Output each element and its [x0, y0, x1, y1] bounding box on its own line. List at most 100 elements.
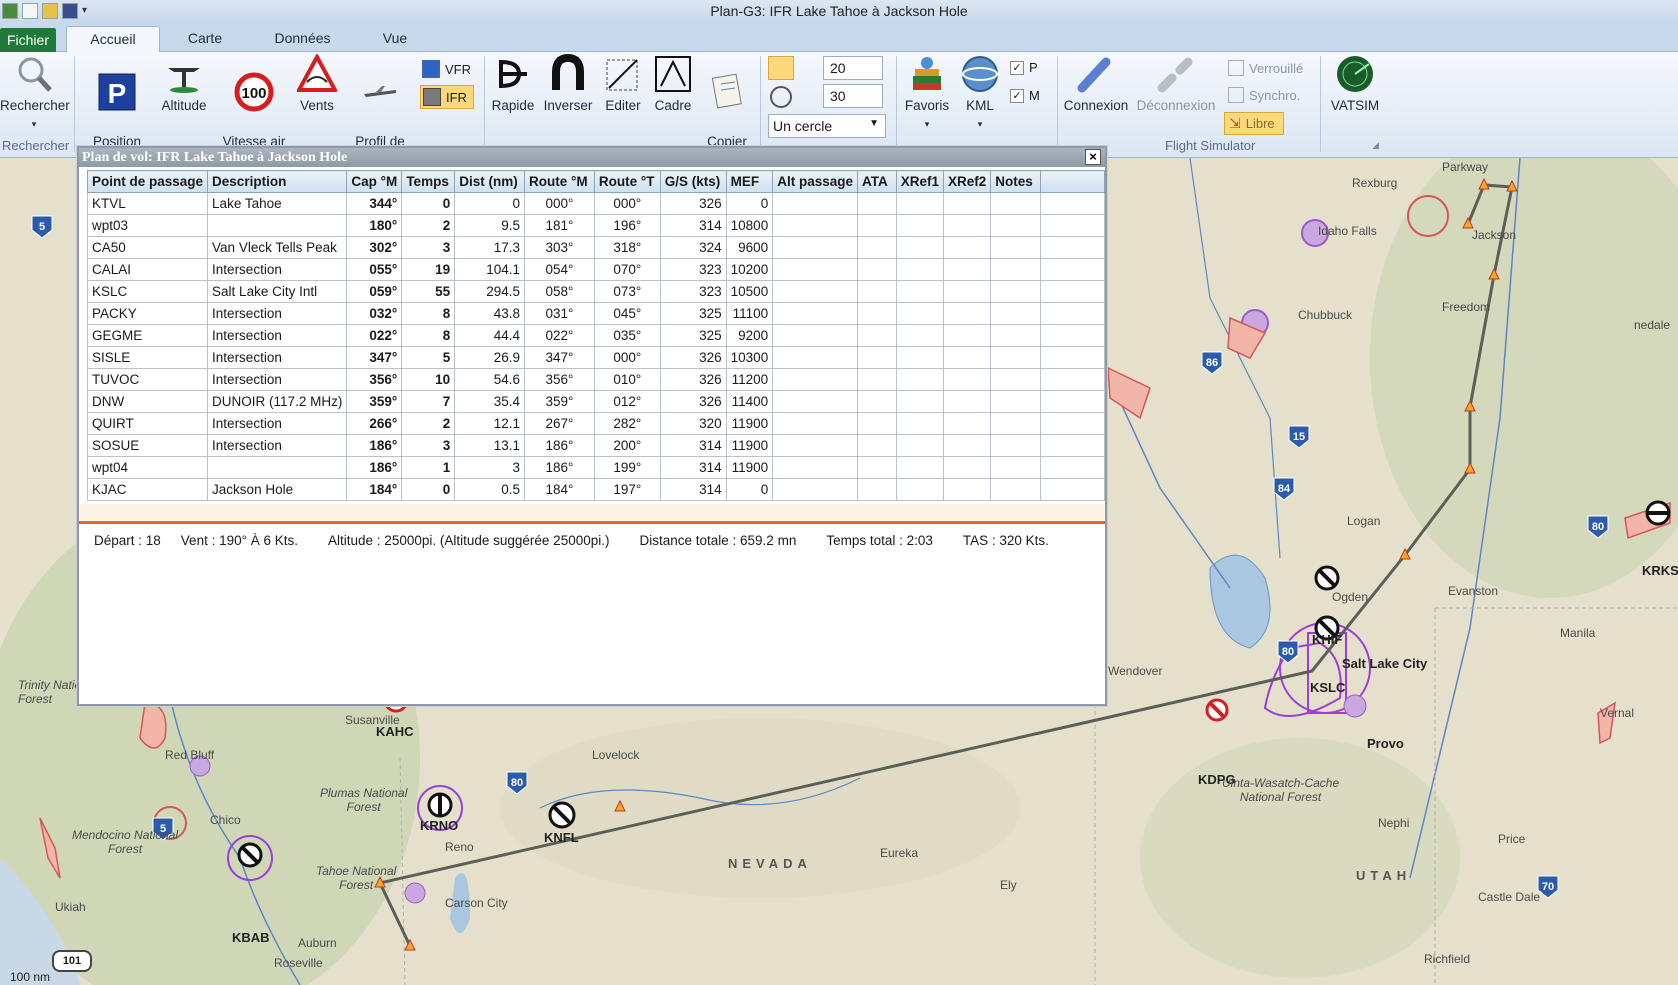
- table-cell-empty[interactable]: [856, 258, 897, 281]
- table-cell[interactable]: 359°: [346, 390, 403, 413]
- deconnexion-button[interactable]: Déconnexion: [1136, 54, 1216, 115]
- table-cell-empty[interactable]: [772, 346, 858, 369]
- table-cell[interactable]: 5: [401, 346, 456, 369]
- table-cell[interactable]: 197°: [593, 478, 661, 501]
- table-cell[interactable]: 199°: [593, 456, 661, 479]
- table-cell-empty[interactable]: [1039, 236, 1106, 259]
- table-cell[interactable]: 324: [659, 236, 727, 259]
- table-cell[interactable]: 3: [401, 434, 456, 457]
- table-cell[interactable]: wpt03: [86, 214, 209, 237]
- table-cell[interactable]: 11900: [725, 456, 774, 479]
- table-cell-empty[interactable]: [856, 236, 897, 259]
- verrouille-button[interactable]: Verrouillé: [1228, 60, 1303, 76]
- table-cell[interactable]: 11100: [725, 302, 774, 325]
- table-cell[interactable]: 032°: [346, 302, 403, 325]
- table-cell-empty[interactable]: [1039, 192, 1106, 215]
- table-cell[interactable]: 326: [659, 192, 727, 215]
- table-cell[interactable]: KJAC: [86, 478, 209, 501]
- table-cell[interactable]: 186°: [524, 456, 595, 479]
- tab-carte[interactable]: Carte: [170, 26, 240, 52]
- table-cell[interactable]: 186°: [346, 456, 403, 479]
- flight-plan-dialog-title[interactable]: Plan de vol: IFR Lake Tahoe à Jackson Ho…: [79, 148, 1105, 167]
- table-cell[interactable]: KSLC: [86, 280, 209, 303]
- column-header[interactable]: Description: [207, 170, 348, 193]
- table-cell[interactable]: 186°: [524, 434, 595, 457]
- tab-vue[interactable]: Vue: [365, 26, 425, 52]
- table-cell-empty[interactable]: [772, 456, 858, 479]
- app-icon[interactable]: [2, 3, 18, 19]
- rapide-button[interactable]: Rapide: [490, 54, 536, 115]
- table-cell-empty[interactable]: [772, 412, 858, 435]
- table-cell[interactable]: 181°: [524, 214, 595, 237]
- table-cell-empty[interactable]: [1039, 302, 1106, 325]
- table-cell[interactable]: 11900: [725, 412, 774, 435]
- table-cell[interactable]: 035°: [593, 324, 661, 347]
- table-cell-empty[interactable]: [990, 192, 1041, 215]
- table-cell[interactable]: 012°: [593, 390, 661, 413]
- table-cell-empty[interactable]: [772, 280, 858, 303]
- table-cell-empty[interactable]: [895, 192, 944, 215]
- table-row[interactable]: wpt03 180° 2 9.5 181° 196° 314 10800: [86, 214, 1106, 237]
- table-cell-empty[interactable]: [856, 478, 897, 501]
- table-cell[interactable]: wpt04: [86, 456, 209, 479]
- table-cell-empty[interactable]: [772, 434, 858, 457]
- table-cell[interactable]: Intersection: [207, 346, 348, 369]
- table-cell[interactable]: 326: [659, 390, 727, 413]
- table-cell[interactable]: 314: [659, 478, 727, 501]
- table-cell-empty[interactable]: [895, 302, 944, 325]
- table-cell[interactable]: 2: [401, 214, 456, 237]
- table-cell[interactable]: 303°: [524, 236, 595, 259]
- table-cell-empty[interactable]: [942, 302, 992, 325]
- table-cell-empty[interactable]: [856, 324, 897, 347]
- table-cell[interactable]: CA50: [86, 236, 209, 259]
- table-cell[interactable]: 359°: [524, 390, 595, 413]
- table-cell-empty[interactable]: [895, 258, 944, 281]
- table-cell[interactable]: Salt Lake City Intl: [207, 280, 348, 303]
- table-cell[interactable]: 314: [659, 434, 727, 457]
- column-header[interactable]: Temps: [401, 170, 456, 193]
- table-cell[interactable]: 0: [401, 478, 456, 501]
- vatsim-button[interactable]: VATSIM: [1326, 54, 1384, 115]
- table-cell-empty[interactable]: [856, 346, 897, 369]
- winds-button[interactable]: Vents: [294, 54, 340, 115]
- table-cell[interactable]: 17.3: [454, 236, 526, 259]
- table-cell[interactable]: Intersection: [207, 324, 348, 347]
- table-cell[interactable]: 344°: [346, 192, 403, 215]
- column-header[interactable]: MEF: [725, 170, 774, 193]
- table-cell-empty[interactable]: [1039, 280, 1106, 303]
- table-cell[interactable]: 326: [659, 346, 727, 369]
- table-cell[interactable]: 294.5: [454, 280, 526, 303]
- table-cell[interactable]: 180°: [346, 214, 403, 237]
- table-cell[interactable]: 3: [401, 236, 456, 259]
- m-checkbox[interactable]: ✓ M: [1010, 88, 1040, 103]
- table-cell[interactable]: PACKY: [86, 302, 209, 325]
- table-cell-empty[interactable]: [942, 434, 992, 457]
- table-cell-empty[interactable]: [856, 368, 897, 391]
- table-cell-empty[interactable]: [990, 302, 1041, 325]
- table-cell-empty[interactable]: [856, 434, 897, 457]
- timer-icon[interactable]: [770, 86, 792, 108]
- table-cell[interactable]: 326: [659, 368, 727, 391]
- circle-select[interactable]: Un cercle ▼: [768, 114, 886, 138]
- column-header[interactable]: G/S (kts): [659, 170, 727, 193]
- search-button[interactable]: Rechercher ▾: [0, 54, 70, 133]
- column-header[interactable]: XRef1: [895, 170, 944, 193]
- table-cell-empty[interactable]: [1039, 412, 1106, 435]
- table-cell[interactable]: SOSUE: [86, 434, 209, 457]
- table-cell[interactable]: 054°: [524, 258, 595, 281]
- table-cell[interactable]: Van Vleck Tells Peak: [207, 236, 348, 259]
- table-cell-empty[interactable]: [772, 478, 858, 501]
- table-cell-empty[interactable]: [856, 214, 897, 237]
- table-cell-empty[interactable]: [942, 324, 992, 347]
- table-cell[interactable]: 022°: [346, 324, 403, 347]
- table-cell[interactable]: 184°: [346, 478, 403, 501]
- table-cell-empty[interactable]: [856, 280, 897, 303]
- table-cell-empty[interactable]: [942, 258, 992, 281]
- table-cell-empty[interactable]: [856, 390, 897, 413]
- new-file-icon[interactable]: [22, 3, 38, 19]
- table-cell-empty[interactable]: [895, 346, 944, 369]
- table-cell[interactable]: 8: [401, 302, 456, 325]
- table-cell-empty[interactable]: [942, 346, 992, 369]
- table-cell-empty[interactable]: [942, 214, 992, 237]
- table-cell[interactable]: 9200: [725, 324, 774, 347]
